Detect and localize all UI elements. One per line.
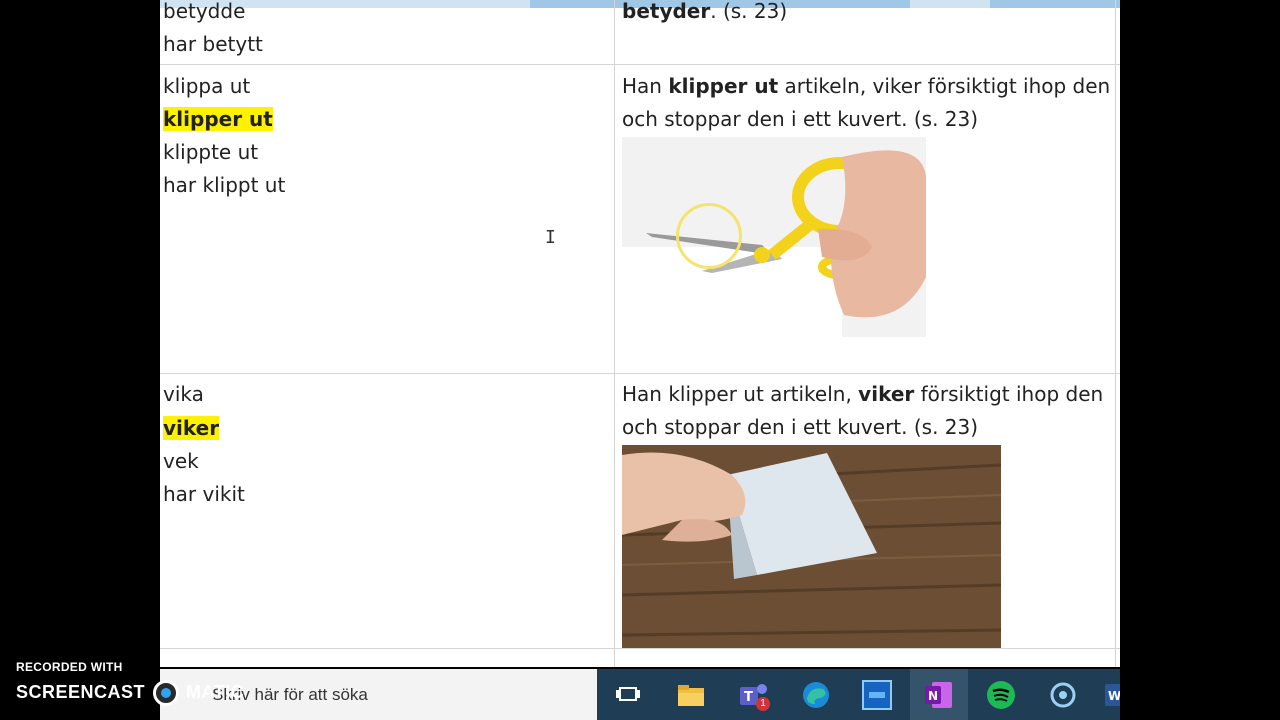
svg-text:W: W <box>1108 689 1120 703</box>
table-column-divider <box>614 0 615 667</box>
file-explorer-icon[interactable] <box>675 679 707 711</box>
verb-past[interactable]: vek <box>163 445 199 478</box>
verb-present[interactable]: klipper ut <box>163 103 273 136</box>
verb-past[interactable]: klippte ut <box>163 136 258 169</box>
spotify-icon[interactable] <box>985 679 1017 711</box>
word-icon[interactable]: W <box>1104 679 1120 711</box>
taskbar: Skriv här för att söka T 1 N W <box>160 669 1120 720</box>
table-row-divider <box>160 648 1120 649</box>
verb-supine[interactable]: har klippt ut <box>163 169 285 202</box>
example-sentence[interactable]: betyder. (s. 23) <box>622 0 787 28</box>
text-cursor-icon: I <box>545 227 556 248</box>
watermark-line1: RECORDED WITH <box>16 660 123 674</box>
verb-form[interactable]: betydde <box>163 0 245 28</box>
cortana-icon[interactable] <box>1047 679 1079 711</box>
svg-text:T: T <box>744 690 753 705</box>
verb-infinitive[interactable]: vika <box>163 378 204 411</box>
teams-badge: 1 <box>756 697 770 711</box>
table-row-divider <box>160 373 1120 374</box>
example-sentence[interactable]: Han klipper ut artikeln, viker försiktig… <box>622 378 1112 444</box>
onenote-icon[interactable]: N <box>923 679 955 711</box>
verb-form[interactable]: har betytt <box>163 28 263 61</box>
table-row-divider <box>160 64 1120 65</box>
screencast-watermark: RECORDED WITH SCREENCAST MATIC <box>16 660 244 706</box>
task-view-icon[interactable] <box>612 679 644 711</box>
watermark-line2: SCREENCAST MATIC <box>16 680 244 706</box>
app-icon[interactable] <box>861 679 893 711</box>
verb-infinitive[interactable]: klippa ut <box>163 70 250 103</box>
document-page: betydde har betytt betyder. (s. 23) klip… <box>160 0 1120 667</box>
cursor-highlight <box>676 203 742 269</box>
svg-text:N: N <box>928 689 938 703</box>
screencast-logo-icon <box>152 680 179 706</box>
folding-paper-image[interactable] <box>622 445 1001 648</box>
table-right-border <box>1115 0 1116 667</box>
verb-present[interactable]: viker <box>163 412 220 445</box>
example-sentence[interactable]: Han klipper ut artikeln, viker försiktig… <box>622 70 1112 136</box>
verb-supine[interactable]: har vikit <box>163 478 245 511</box>
edge-icon[interactable] <box>800 679 832 711</box>
scissors-image[interactable] <box>622 137 926 337</box>
